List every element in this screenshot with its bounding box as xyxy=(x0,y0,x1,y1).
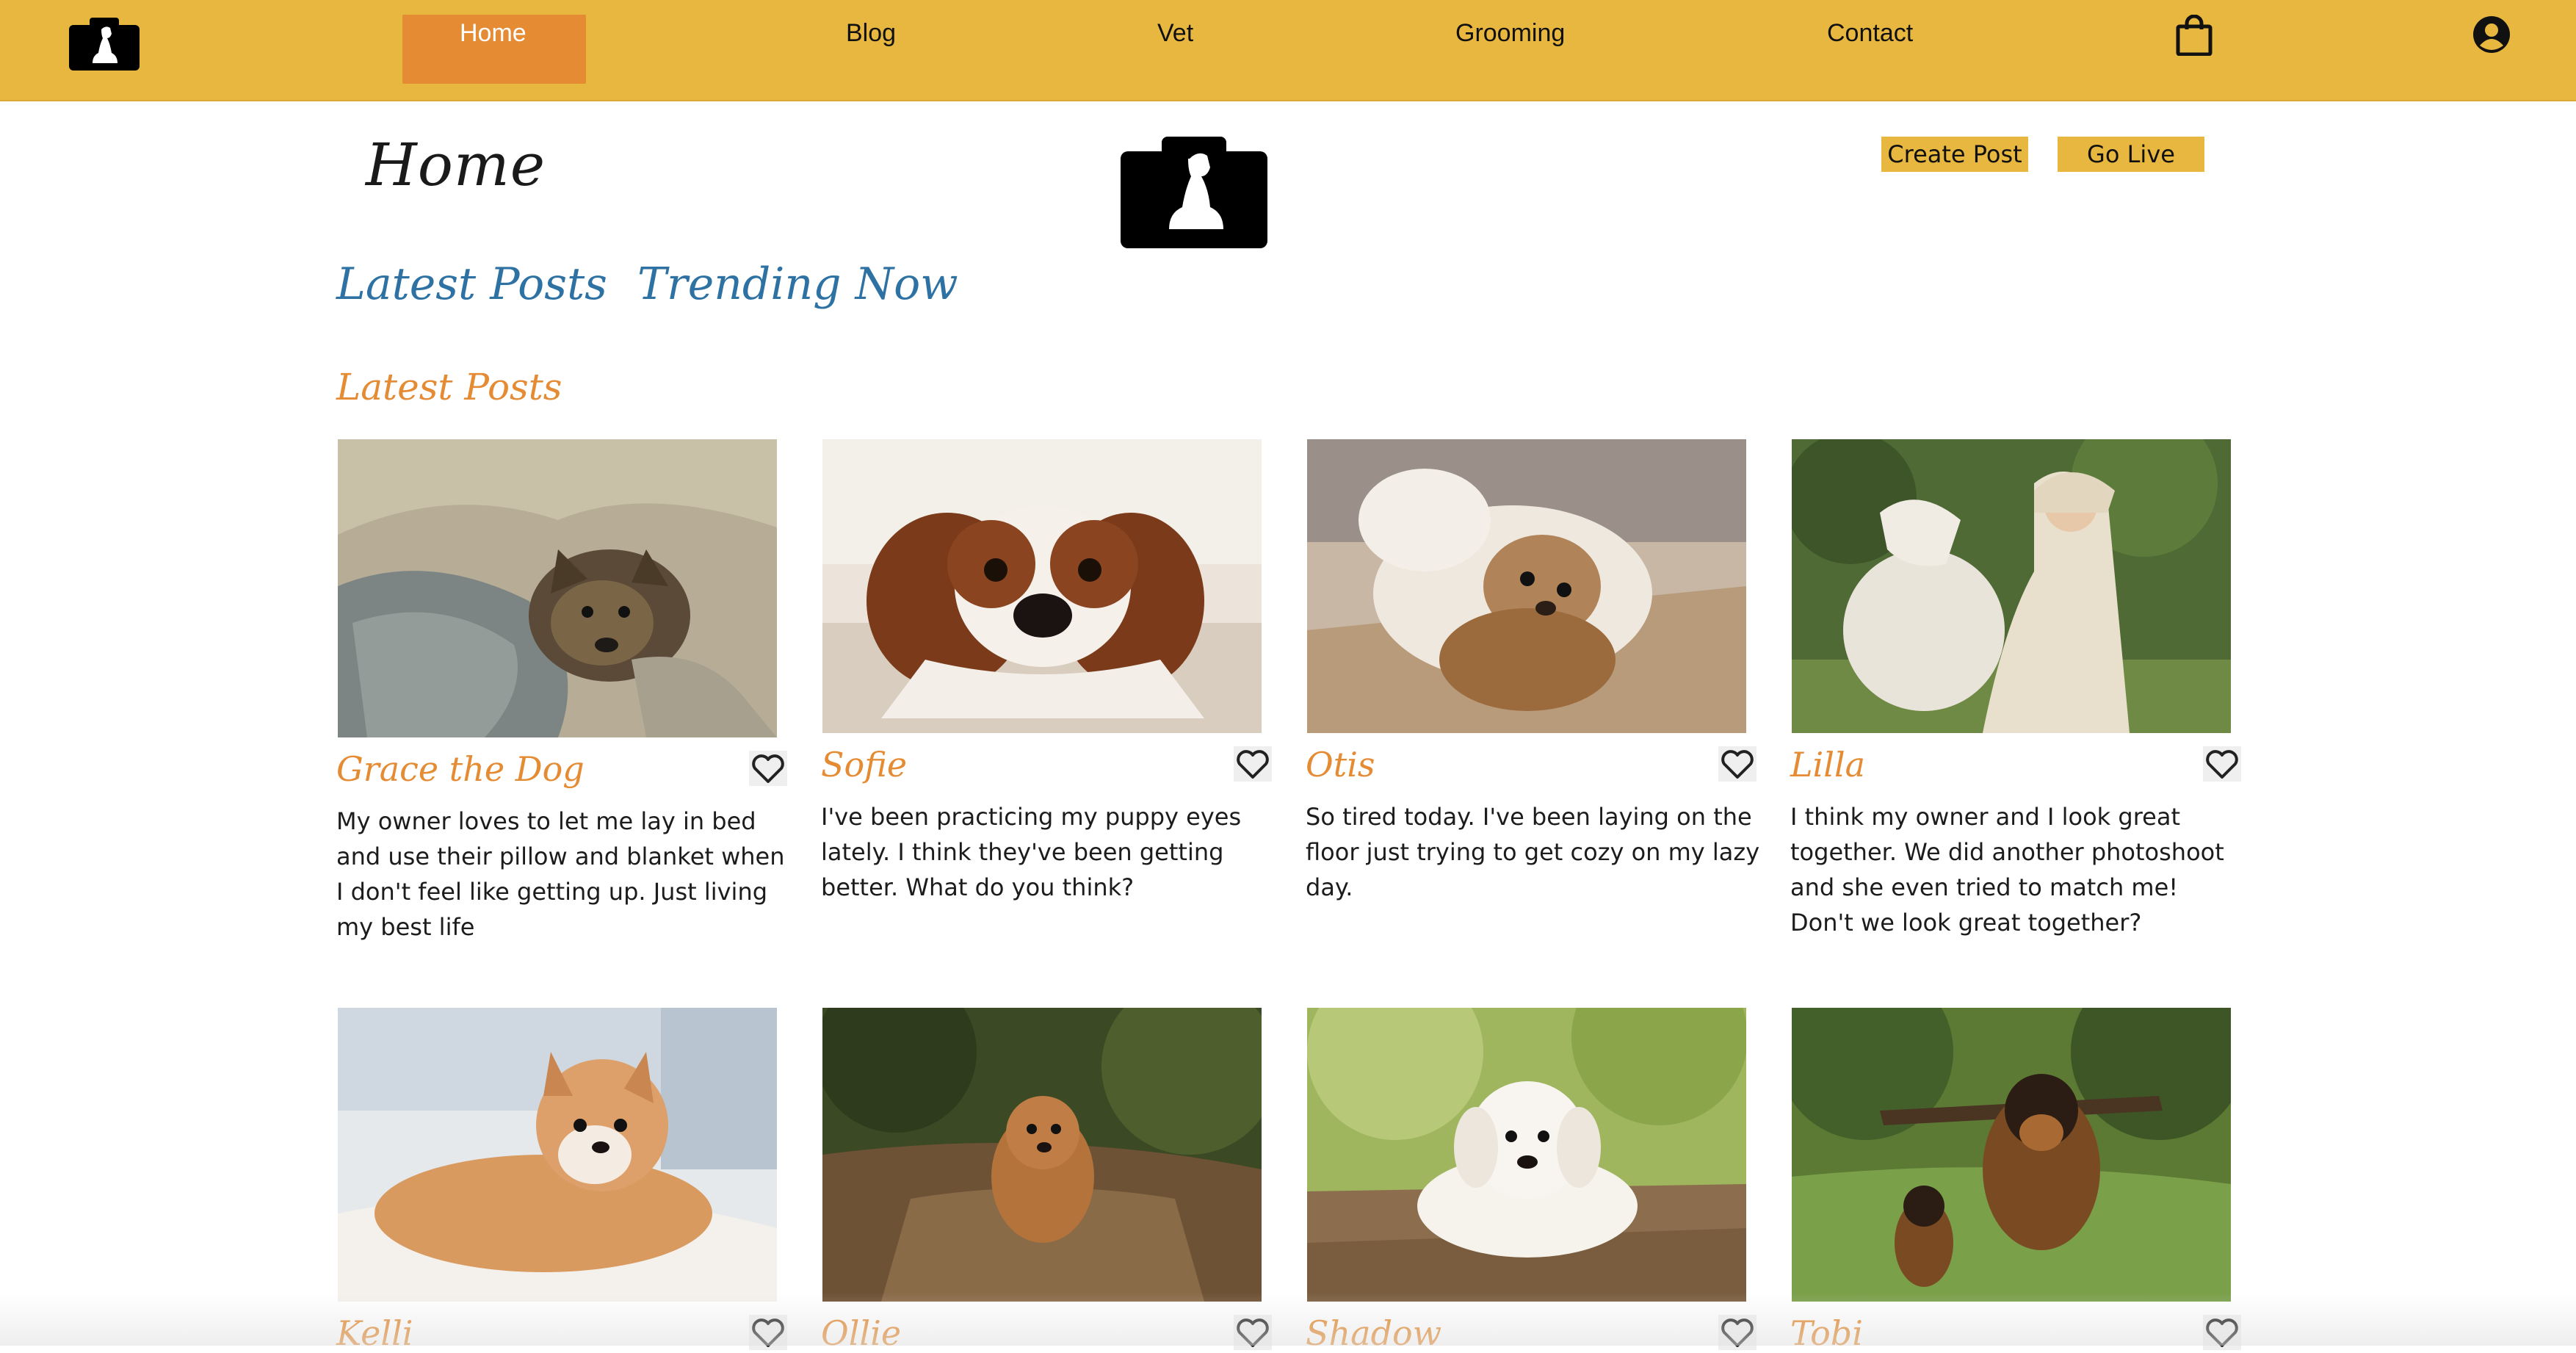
nav-link-blog[interactable]: Blog xyxy=(846,19,896,48)
post-photo[interactable] xyxy=(1307,1008,1746,1302)
page-title: Home xyxy=(366,131,546,199)
nav-link-home[interactable]: Home xyxy=(460,19,527,48)
heart-outline-icon[interactable] xyxy=(2203,746,2241,782)
shopping-bag-icon[interactable] xyxy=(2175,15,2213,56)
dog-camera-logo-icon xyxy=(1121,137,1267,248)
heart-outline-icon[interactable] xyxy=(1234,1315,1272,1350)
post-photo[interactable] xyxy=(1792,1008,2231,1302)
post-author-name[interactable]: Ollie xyxy=(821,1313,901,1353)
post-author-name[interactable]: Otis xyxy=(1306,745,1375,784)
post-photo[interactable] xyxy=(1307,439,1746,733)
post-photo[interactable] xyxy=(822,439,1262,733)
post-photo[interactable] xyxy=(1792,439,2231,733)
post-author-name[interactable]: Grace the Dog xyxy=(336,749,585,789)
heart-outline-icon[interactable] xyxy=(2203,1315,2241,1350)
dog-camera-logo-icon[interactable] xyxy=(68,15,141,72)
post-photo[interactable] xyxy=(338,1008,777,1302)
post-caption: I think my owner and I look great togeth… xyxy=(1790,803,2224,937)
post-author-name[interactable]: Lilla xyxy=(1790,745,1865,784)
heart-outline-icon[interactable] xyxy=(749,1315,787,1350)
post-caption: My owner loves to let me lay in bed and … xyxy=(336,807,785,941)
post-author-name[interactable]: Tobi xyxy=(1790,1313,1863,1353)
heart-outline-icon[interactable] xyxy=(1234,746,1272,782)
post-author-name[interactable]: Sofie xyxy=(821,745,907,784)
post-caption: So tired today. I've been laying on the … xyxy=(1306,803,1760,901)
post-photo[interactable] xyxy=(338,439,777,737)
nav-link-vet[interactable]: Vet xyxy=(1157,19,1193,48)
heart-outline-icon[interactable] xyxy=(1718,746,1756,782)
heart-outline-icon[interactable] xyxy=(1718,1315,1756,1350)
post-caption: I've been practicing my puppy eyes latel… xyxy=(821,803,1242,901)
section-heading: Latest Posts xyxy=(336,366,562,408)
create-post-button[interactable]: Create Post xyxy=(1881,137,2028,172)
user-circle-icon[interactable] xyxy=(2472,15,2511,54)
nav-link-contact[interactable]: Contact xyxy=(1827,19,1913,48)
post-author-name[interactable]: Kelli xyxy=(336,1313,413,1353)
post-photo[interactable] xyxy=(822,1008,1262,1302)
nav-link-grooming[interactable]: Grooming xyxy=(1455,19,1565,48)
top-navbar: Home Blog Vet Grooming Contact xyxy=(0,0,2576,101)
tab-latest-posts[interactable]: Latest Posts xyxy=(336,259,607,310)
post-author-name[interactable]: Shadow xyxy=(1306,1313,1441,1353)
heart-outline-icon[interactable] xyxy=(749,751,787,786)
go-live-button[interactable]: Go Live xyxy=(2058,137,2204,172)
tab-trending-now[interactable]: Trending Now xyxy=(637,259,958,310)
